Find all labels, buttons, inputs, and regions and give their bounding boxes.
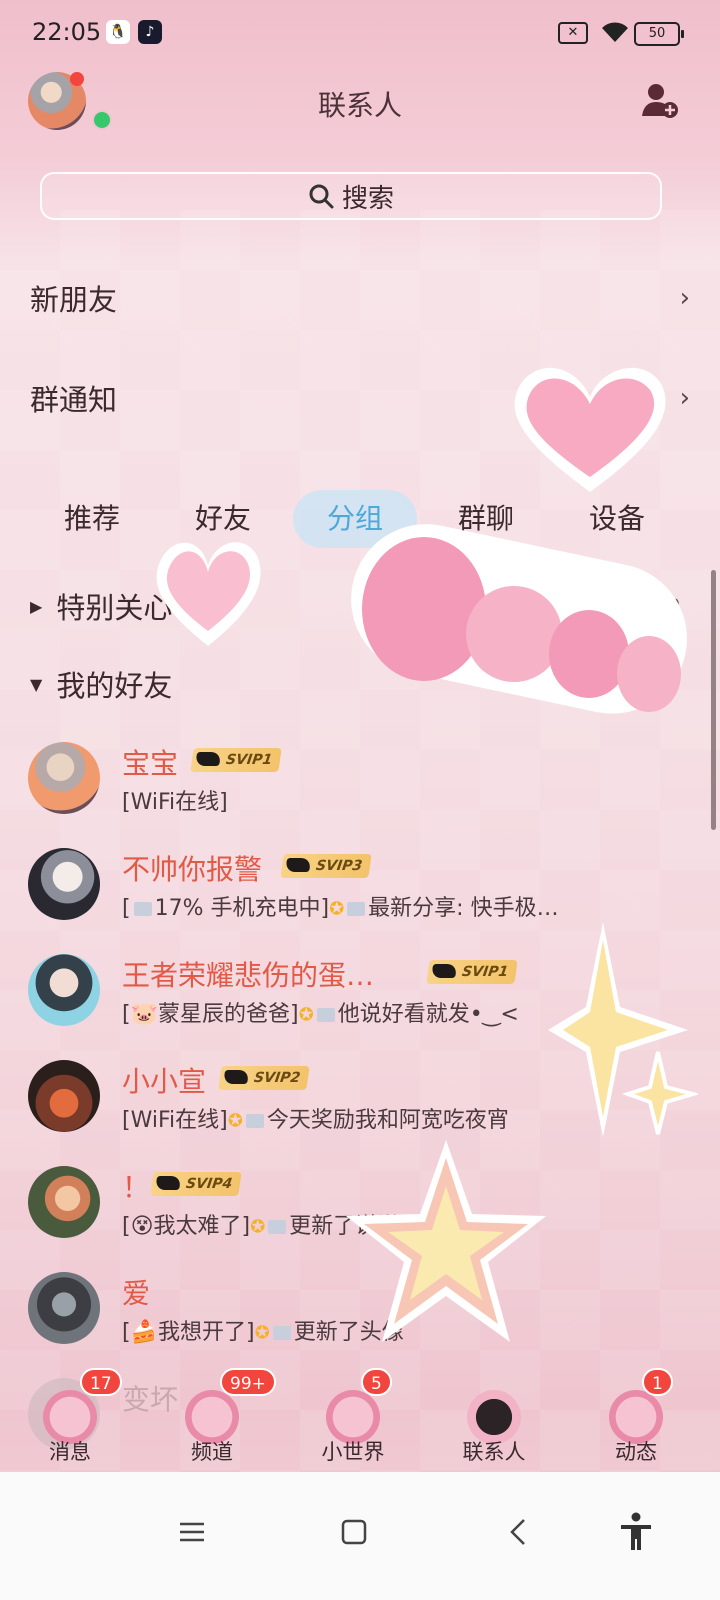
avatar [28,1166,100,1238]
accessibility-icon[interactable] [616,1512,656,1552]
chevron-right-icon: › [679,383,690,413]
star-icon: ✪ [227,1110,243,1132]
status-bar: 22:05 🐧 ♪ ✕ 50 [0,0,720,68]
tab-moments[interactable]: 1 动态 [576,1360,696,1472]
menu-icon[interactable] [172,1512,212,1552]
image-icon [268,1220,287,1234]
group-name: 我的好友 [56,669,173,703]
svip-badge: SVIP1 [426,960,518,984]
tab-label: 小世界 [321,1440,385,1464]
new-friends-row[interactable]: 新朋友 › [30,268,690,328]
tab-label: 联系人 [462,1440,526,1464]
system-nav-bar [0,1472,720,1600]
group-notice-row[interactable]: 群通知 › [30,368,690,428]
image-icon [316,1008,335,1022]
friend-row[interactable]: ！ SVIP4 [😵我太难了]✪ 更新了说说 [28,1160,688,1250]
battery-icon: 50 [634,22,684,46]
friend-row[interactable]: 小小宣 SVIP2 [WiFi在线]✪ 今天奖励我和阿宽吃夜宵 [28,1054,688,1144]
group-count: 38/53 [631,674,680,694]
qq-icon: 🐧 [106,20,130,44]
tab-friends[interactable]: 好友 [163,490,283,548]
page-title: 联系人 [317,89,402,122]
header: 联系人 [0,68,720,138]
tab-messages[interactable]: 17 消息 [10,1360,130,1472]
friend-name: 王者荣耀悲伤的蛋… [122,959,375,992]
unread-badge: 1 [642,1368,673,1396]
svip-badge: SVIP4 [150,1172,242,1196]
pig-icon: 🐷 [130,1002,158,1027]
avatar [28,742,100,814]
friend-status: [😵我太难了]✪ 更新了说说 [122,1214,400,1239]
new-friends-label: 新朋友 [30,283,118,317]
tab-recommend[interactable]: 推荐 [32,490,152,548]
image-icon [272,1326,291,1340]
svip-badge: SVIP2 [218,1066,310,1090]
friend-row[interactable]: 宝宝 SVIP1 [WiFi在线] [28,736,688,826]
contact-tabs: 推荐 好友 分组 群聊 设备 [0,490,720,548]
add-contact-icon[interactable] [640,80,680,120]
search-bar[interactable]: 搜索 [40,172,662,220]
tab-devices[interactable]: 设备 [557,490,677,548]
unread-badge: 17 [80,1368,122,1396]
friend-status: [🍰我想开了]✪ 更新了头像 [122,1320,404,1345]
home-icon[interactable] [334,1512,374,1552]
svip-badge: SVIP1 [190,748,282,772]
friend-name: 宝宝 [122,747,179,780]
friend-name: 爱 [122,1277,151,1310]
tab-small-world[interactable]: 5 小世界 [293,1360,413,1472]
friend-status: [🐷蒙星辰的爸爸]✪ 他说好看就发•‿< [122,1002,519,1027]
star-icon: ✪ [254,1322,270,1344]
star-icon: ✪ [250,1216,266,1238]
tab-label: 消息 [49,1440,91,1464]
phone-icon [133,902,152,916]
friend-name: ！ [122,1171,151,1204]
star-icon: ✪ [329,898,345,920]
image-icon [245,1114,264,1128]
collapsed-triangle-icon: ▶ [30,596,43,616]
avatar [28,1272,100,1344]
no-sim-icon: ✕ [558,22,588,44]
friend-row[interactable]: 爱 [🍰我想开了]✪ 更新了头像 [28,1266,688,1356]
group-notice-label: 群通知 [30,383,118,417]
image-icon [347,902,366,916]
friend-name: 不帅你报警 [122,853,263,886]
friend-status: [WiFi在线] [122,790,228,815]
friend-status: [WiFi在线]✪ 今天奖励我和阿宽吃夜宵 [122,1108,509,1133]
avatar [28,848,100,920]
tab-groups[interactable]: 分组 [293,490,417,548]
emoji-icon: 😵 [130,1214,154,1239]
tab-group-chats[interactable]: 群聊 [426,490,546,548]
friend-row[interactable]: 王者荣耀悲伤的蛋… SVIP1 [🐷蒙星辰的爸爸]✪ 他说好看就发•‿< [28,948,688,1038]
avatar [28,954,100,1026]
friend-row[interactable]: 不帅你报警 SVIP3 [17% 手机充电中]✪ 最新分享: 快手极… [28,842,688,932]
group-count: 0/0 [652,596,680,616]
search-icon [309,184,334,209]
search-placeholder: 搜索 [341,183,394,214]
friend-status: [17% 手机充电中]✪ 最新分享: 快手极… [122,896,559,921]
tiktok-icon: ♪ [138,20,162,44]
group-my-friends[interactable]: ▼ 我的好友 38/53 [30,662,680,706]
bottom-tab-bar: 17 消息 99+ 频道 5 小世界 联系人 1 动态 [0,1360,720,1472]
avatar [28,1060,100,1132]
cake-icon: 🍰 [130,1320,158,1345]
tab-label: 动态 [615,1440,657,1464]
chevron-right-icon: › [679,283,690,313]
group-name: 特别关心 [56,591,173,625]
tab-contacts[interactable]: 联系人 [434,1360,554,1472]
unread-badge: 99+ [220,1368,276,1396]
scrollbar[interactable] [711,570,716,830]
tab-channels[interactable]: 99+ 频道 [152,1360,276,1472]
svip-badge: SVIP3 [280,854,372,878]
contacts-icon [464,1384,524,1444]
unread-badge: 5 [361,1368,392,1396]
tab-label: 频道 [191,1440,233,1464]
group-special-care[interactable]: ▶ 特别关心 0/0 [30,584,680,628]
star-icon: ✪ [298,1004,314,1026]
expanded-triangle-icon: ▼ [30,674,43,694]
status-time: 22:05 [32,18,102,46]
back-icon[interactable] [498,1512,538,1552]
wifi-icon [600,20,630,50]
friend-name: 小小宣 [122,1065,207,1098]
